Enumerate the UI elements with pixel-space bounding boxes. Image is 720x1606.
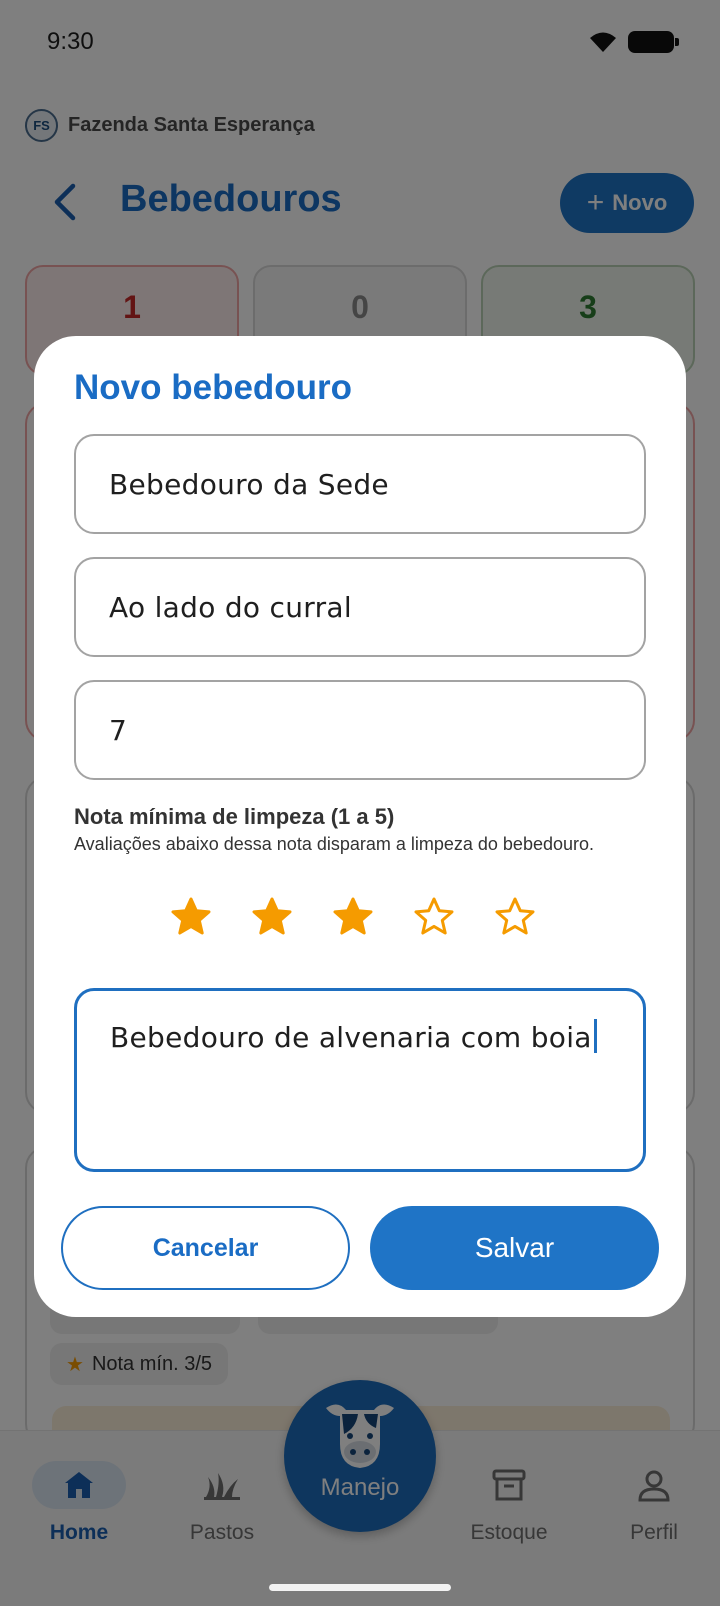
capacity-field[interactable] <box>74 680 646 780</box>
new-waterer-dialog: Novo bebedouro Nota mínima de limpeza (1… <box>34 336 686 1317</box>
notes-textarea[interactable]: Bebedouro de alvenaria com boia <box>74 988 646 1172</box>
location-field[interactable] <box>74 557 646 657</box>
location-input[interactable] <box>109 590 644 624</box>
home-indicator <box>269 1584 451 1591</box>
star-filled-icon <box>171 897 211 935</box>
capacity-input[interactable] <box>109 713 644 747</box>
star-filled-icon <box>252 897 292 935</box>
name-input[interactable] <box>109 467 644 501</box>
save-button[interactable]: Salvar <box>370 1206 659 1290</box>
rating-star-1[interactable] <box>170 896 212 938</box>
rating-stars <box>170 896 536 938</box>
star-outline-icon <box>495 897 535 935</box>
rating-star-5[interactable] <box>494 896 536 938</box>
text-cursor <box>593 1019 597 1053</box>
rating-star-4[interactable] <box>413 896 455 938</box>
notes-text: Bebedouro de alvenaria com boia <box>110 1021 592 1054</box>
rating-title: Nota mínima de limpeza (1 a 5) <box>74 804 395 829</box>
rating-help-text: Avaliações abaixo dessa nota disparam a … <box>74 834 595 854</box>
rating-star-2[interactable] <box>251 896 293 938</box>
cancel-button[interactable]: Cancelar <box>61 1206 350 1290</box>
dialog-title: Novo bebedouro <box>74 368 353 407</box>
star-filled-icon <box>333 897 373 935</box>
star-outline-icon <box>414 897 454 935</box>
rating-star-3[interactable] <box>332 896 374 938</box>
name-field[interactable] <box>74 434 646 534</box>
